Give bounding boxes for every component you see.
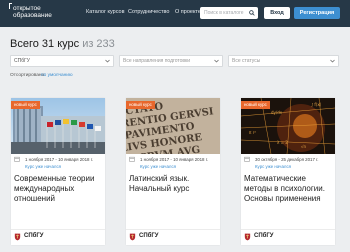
nav-cooperation-link[interactable]: Сотрудничество — [128, 9, 169, 15]
svg-text:√n: √n — [301, 144, 307, 149]
new-course-badge: новый курс — [11, 101, 40, 109]
new-course-badge: новый курс — [126, 101, 155, 109]
card-divider — [241, 229, 335, 230]
course-card[interactable]: Σ x²dy/dx∫ f(x) π r²√nλ = 2 новый курс 3… — [241, 98, 335, 245]
direction-select-placeholder: Все направления подготовки — [123, 58, 191, 64]
course-card[interactable]: ACTATO RENTIO GERVSI PAVIMENTO LIVS HONO… — [126, 98, 220, 245]
search-placeholder: Поиск в каталоге — [204, 10, 244, 16]
svg-text:λ = 2: λ = 2 — [277, 140, 288, 145]
sort-dropdown[interactable]: по умолчанию — [41, 73, 73, 78]
logo-mark-icon — [9, 3, 12, 9]
course-status: Курс уже начался — [25, 164, 62, 169]
course-status: Курс уже начался — [140, 164, 177, 169]
card-divider — [11, 229, 105, 230]
search-input[interactable]: Поиск в каталоге — [200, 7, 258, 19]
svg-text:dy/dx: dy/dx — [271, 110, 283, 115]
course-image: новый курс — [11, 98, 105, 154]
course-university: СПбГУ — [24, 233, 44, 239]
course-title[interactable]: Математические методы в психологии. Осно… — [244, 174, 334, 204]
course-dates: 1 ноября 2017 - 10 января 2018 г. — [140, 157, 208, 162]
status-select-placeholder: Все статусы — [232, 58, 261, 64]
chevron-down-icon — [105, 59, 110, 63]
calendar-icon — [129, 156, 135, 162]
register-button[interactable]: Регистрация — [294, 7, 340, 19]
course-count-all: из 233 — [82, 38, 115, 50]
nav-about-link[interactable]: О проекте — [175, 9, 201, 15]
chevron-down-icon — [214, 59, 219, 63]
course-university: СПбГУ — [254, 233, 274, 239]
university-emblem-icon — [244, 233, 251, 241]
university-emblem-icon — [14, 233, 21, 241]
login-button[interactable]: Вход — [264, 7, 290, 19]
university-emblem-icon — [129, 233, 136, 241]
calendar-icon — [14, 156, 20, 162]
course-count: Всего 31 курс из 233 — [10, 38, 115, 50]
new-course-badge: новый курс — [241, 101, 270, 109]
logo-text-line1: открытое — [13, 5, 41, 12]
site-logo[interactable]: открытое образование — [9, 3, 71, 23]
search-icon[interactable] — [249, 10, 255, 16]
course-university: СПбГУ — [139, 233, 159, 239]
site-header: открытое образование Каталог курсов Сотр… — [0, 0, 350, 27]
direction-select[interactable]: Все направления подготовки — [119, 55, 223, 67]
status-select[interactable]: Все статусы — [228, 55, 339, 67]
university-select[interactable]: СПбГУ — [10, 55, 114, 67]
course-dates: 1 ноября 2017 - 10 января 2018 г. — [25, 157, 93, 162]
svg-text:∫ f(x): ∫ f(x) — [311, 102, 322, 107]
card-divider — [126, 229, 220, 230]
calendar-icon — [244, 156, 250, 162]
course-status: Курс уже начался — [255, 164, 292, 169]
course-image: ACTATO RENTIO GERVSI PAVIMENTO LIVS HONO… — [126, 98, 220, 154]
university-select-value: СПбГУ — [14, 58, 30, 64]
course-title[interactable]: Современные теории международных отношен… — [14, 174, 104, 204]
course-card[interactable]: новый курс 1 ноября 2017 - 10 января 201… — [11, 98, 105, 245]
course-count-total: Всего 31 курс — [10, 38, 80, 50]
course-title[interactable]: Латинский язык. Начальный курс — [129, 174, 219, 194]
course-dates: 30 октября - 25 декабря 2017 г. — [255, 157, 319, 162]
course-image: Σ x²dy/dx∫ f(x) π r²√nλ = 2 новый курс — [241, 98, 335, 154]
logo-text-line2: образование — [13, 12, 52, 19]
chevron-down-icon — [330, 59, 335, 63]
svg-text:π r²: π r² — [249, 130, 256, 135]
nav-catalog-link[interactable]: Каталог курсов — [86, 9, 125, 15]
